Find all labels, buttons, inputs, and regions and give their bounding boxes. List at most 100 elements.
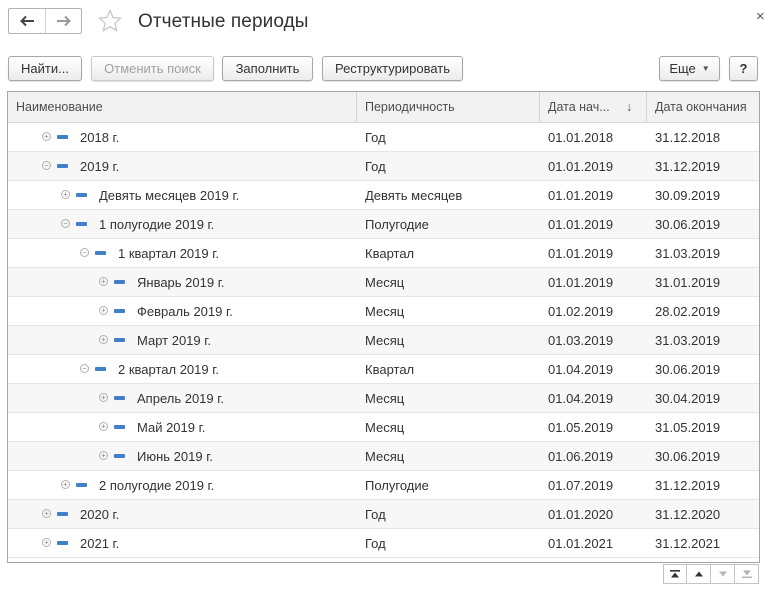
find-button[interactable]: Найти... — [8, 56, 82, 81]
cell-start-date: 01.01.2019 — [548, 188, 614, 203]
group-icon — [114, 425, 125, 429]
table-row[interactable]: +2021 г. Год 01.01.2021 31.12.2021 — [8, 529, 759, 558]
cell-start-date: 01.04.2019 — [548, 391, 614, 406]
table-row[interactable]: + Девять месяцев 2019 г. Девять месяцев 01.… — [8, 181, 759, 210]
table-row[interactable]: + Январь 2019 г. Месяц 01.01.2019 31.01.2019 — [8, 268, 759, 297]
cell-end-date: 28.02.2019 — [655, 304, 721, 319]
cell-start-date: 01.05.2019 — [548, 420, 614, 435]
group-icon — [114, 280, 125, 284]
table-row[interactable]: − 2019 г. Год 01.01.2019 31.12.2019 — [8, 152, 759, 181]
cell-periodicity: Полугодие — [365, 217, 429, 232]
table-row[interactable]: − 2 квартал 2019 г. Квартал 01.04.2019 30.06… — [8, 355, 759, 384]
cell-start-date: 01.01.2019 — [548, 275, 614, 290]
table-row[interactable]: − 1 полугодие 2019 г. Полугодие 01.01.2019 3… — [8, 210, 759, 239]
column-header-start-date-label: Дата нач... — [548, 100, 610, 114]
cell-periodicity: Девять месяцев — [365, 188, 463, 203]
group-icon — [95, 251, 106, 255]
cell-start-date: 01.01.2019 — [548, 217, 614, 232]
cell-periodicity: Месяц — [365, 304, 405, 319]
cell-name: 2020 г. — [80, 507, 120, 522]
restructure-button[interactable]: Реструктурировать — [322, 56, 463, 81]
cell-name: 1 квартал 2019 г. — [118, 246, 219, 261]
expand-icon[interactable]: + — [61, 190, 70, 199]
table-row[interactable]: + Февраль 2019 г. Месяц 01.02.2019 28.02.201… — [8, 297, 759, 326]
column-header-start-date[interactable]: Дата нач... ↓ — [540, 92, 646, 123]
cell-end-date: 31.12.2018 — [655, 130, 721, 145]
expand-icon[interactable]: + — [99, 451, 108, 460]
expand-icon[interactable]: + — [99, 422, 108, 431]
cell-periodicity: Месяц — [365, 275, 405, 290]
help-button[interactable]: ? — [729, 56, 758, 81]
cell-name: Март 2019 г. — [137, 333, 212, 348]
group-icon — [57, 541, 68, 545]
history-navigation — [8, 8, 82, 34]
cell-start-date: 01.01.2020 — [548, 507, 614, 522]
group-icon — [114, 454, 125, 458]
cell-periodicity: Квартал — [365, 362, 415, 377]
expand-icon[interactable]: + — [99, 306, 108, 315]
last-page-button[interactable] — [735, 564, 759, 584]
cell-start-date: 01.02.2019 — [548, 304, 614, 319]
more-button[interactable]: Еще ▼ — [659, 56, 720, 81]
star-icon[interactable] — [98, 9, 122, 33]
back-button[interactable] — [9, 9, 45, 33]
first-page-button[interactable] — [663, 564, 687, 584]
first-page-icon — [670, 570, 680, 578]
table-row[interactable]: +2018 г. Год 01.01.2018 31.12.2018 — [8, 123, 759, 152]
cell-periodicity: Год — [365, 507, 386, 522]
last-page-icon — [741, 570, 752, 579]
cell-periodicity: Месяц — [365, 420, 405, 435]
cell-start-date: 01.03.2019 — [548, 333, 614, 348]
next-page-button[interactable] — [711, 564, 735, 584]
expand-icon[interactable]: + — [61, 480, 70, 489]
cell-start-date: 01.01.2021 — [548, 536, 614, 551]
arrow-right-icon — [56, 15, 71, 27]
expand-icon[interactable]: + — [99, 335, 108, 344]
table-row[interactable]: +2020 г. Год 01.01.2020 31.12.2020 — [8, 500, 759, 529]
table-row[interactable]: + Апрель 2019 г. Месяц 01.04.2019 30.04.2019 — [8, 384, 759, 413]
cancel-search-button[interactable]: Отменить поиск — [91, 56, 214, 81]
periods-table: Наименование Периодичность Дата нач... ↓… — [7, 91, 760, 563]
previous-page-icon — [694, 571, 703, 577]
cell-name: 1 полугодие 2019 г. — [99, 217, 215, 232]
expand-icon[interactable]: + — [42, 509, 51, 518]
previous-page-button[interactable] — [687, 564, 711, 584]
cell-end-date: 31.12.2019 — [655, 478, 721, 493]
group-icon — [57, 164, 68, 168]
cell-end-date: 31.05.2019 — [655, 420, 721, 435]
cell-end-date: 30.09.2019 — [655, 188, 721, 203]
close-icon[interactable]: × — [756, 9, 765, 24]
cell-periodicity: Полугодие — [365, 478, 429, 493]
collapse-icon[interactable]: − — [80, 248, 89, 257]
column-header-end-date[interactable]: Дата окончания — [647, 92, 759, 123]
cell-end-date: 31.03.2019 — [655, 333, 721, 348]
group-icon — [114, 309, 125, 313]
expand-icon[interactable]: + — [42, 538, 51, 547]
expand-icon[interactable]: + — [42, 132, 51, 141]
cell-end-date: 31.03.2019 — [655, 246, 721, 261]
cell-name: Май 2019 г. — [137, 420, 206, 435]
forward-button[interactable] — [45, 9, 81, 33]
expand-icon[interactable]: + — [99, 277, 108, 286]
table-row[interactable]: +2 полугодие 2019 г. Полугодие 01.07.2019 3… — [8, 471, 759, 500]
cell-name: 2 полугодие 2019 г. — [99, 478, 215, 493]
column-header-periodicity[interactable]: Периодичность — [357, 92, 539, 123]
group-icon — [57, 512, 68, 516]
cell-name: Девять месяцев 2019 г. — [99, 188, 240, 203]
collapse-icon[interactable]: − — [80, 364, 89, 373]
page-title: Отчетные периоды — [138, 11, 309, 32]
table-row[interactable]: + Июнь 2019 г. Месяц 01.06.2019 30.06.2019 — [8, 442, 759, 471]
table-row[interactable]: + Март 2019 г. Месяц 01.03.2019 31.03.2019 — [8, 326, 759, 355]
cell-start-date: 01.06.2019 — [548, 449, 614, 464]
collapse-icon[interactable]: − — [61, 219, 70, 228]
cell-periodicity: Квартал — [365, 246, 415, 261]
cell-name: 2021 г. — [80, 536, 120, 551]
expand-icon[interactable]: + — [99, 393, 108, 402]
table-row[interactable]: + Май 2019 г. Месяц 01.05.2019 31.05.2019 — [8, 413, 759, 442]
collapse-icon[interactable]: − — [42, 161, 51, 170]
table-row[interactable]: − 1 квартал 2019 г. Квартал 01.01.2019 31.03… — [8, 239, 759, 268]
column-header-name[interactable]: Наименование — [8, 92, 356, 123]
sort-descending-icon: ↓ — [626, 100, 633, 114]
group-icon — [76, 193, 87, 197]
fill-button[interactable]: Заполнить — [222, 56, 313, 81]
